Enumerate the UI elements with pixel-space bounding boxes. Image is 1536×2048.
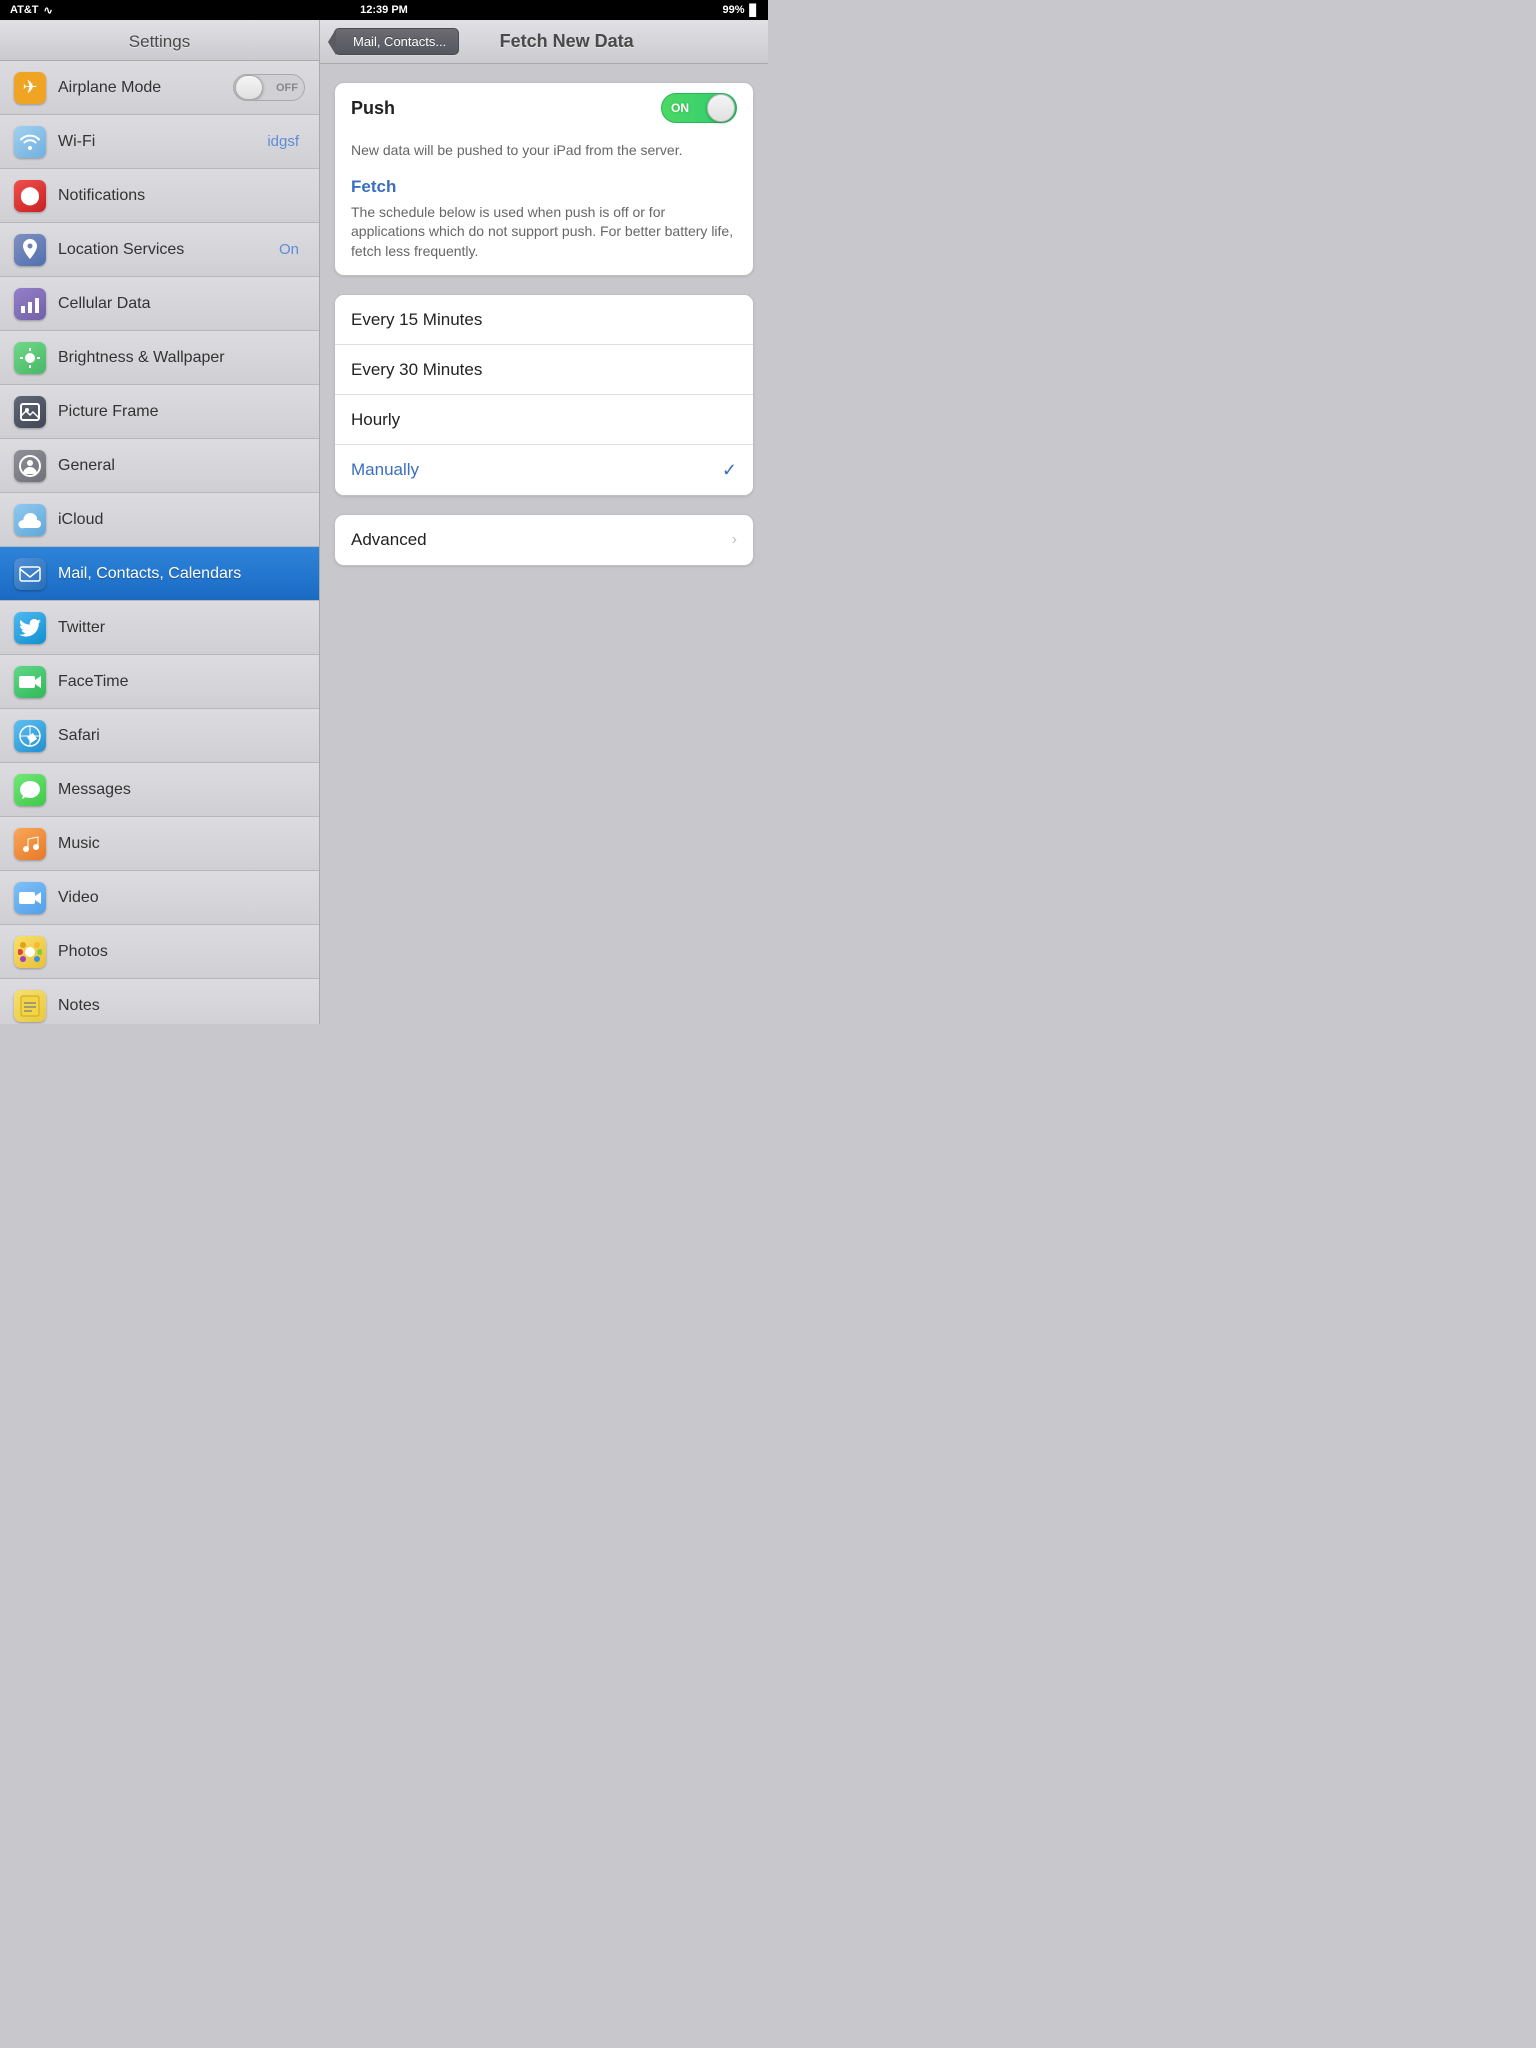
sidebar-item-notes[interactable]: Notes — [0, 979, 319, 1024]
advanced-row[interactable]: Advanced › — [335, 515, 753, 565]
status-right: 99% ▊ — [723, 4, 759, 17]
sidebar-item-wifi[interactable]: Wi-Fi idgsf — [0, 115, 319, 169]
sidebar-item-location-services[interactable]: Location Services On — [0, 223, 319, 277]
airplane-mode-toggle[interactable]: OFF — [233, 74, 305, 101]
video-icon — [14, 882, 46, 914]
brightness-icon — [14, 342, 46, 374]
sidebar-item-facetime[interactable]: FaceTime — [0, 655, 319, 709]
nav-bar: Mail, Contacts... Fetch New Data — [320, 20, 768, 64]
sidebar-item-airplane-mode[interactable]: ✈ Airplane Mode OFF — [0, 61, 319, 115]
sidebar-item-cellular-data[interactable]: Cellular Data — [0, 277, 319, 331]
status-left: AT&T ∿ — [10, 4, 53, 17]
toggle-knob — [235, 75, 263, 100]
advanced-card: Advanced › — [334, 514, 754, 566]
music-icon — [14, 828, 46, 860]
cellular-label: Cellular Data — [58, 295, 305, 313]
sidebar-item-photos[interactable]: Photos — [0, 925, 319, 979]
fetch-option-every-30[interactable]: Every 30 Minutes — [335, 345, 753, 395]
facetime-icon — [14, 666, 46, 698]
push-toggle[interactable]: ON — [661, 93, 737, 123]
carrier-label: AT&T — [10, 4, 39, 16]
location-value: On — [279, 241, 299, 258]
right-panel: Mail, Contacts... Fetch New Data Push ON… — [320, 20, 768, 1024]
sidebar-item-messages[interactable]: Messages — [0, 763, 319, 817]
general-label: General — [58, 457, 305, 475]
sidebar-item-general[interactable]: General — [0, 439, 319, 493]
picture-frame-label: Picture Frame — [58, 403, 305, 421]
photos-icon — [14, 936, 46, 968]
facetime-label: FaceTime — [58, 673, 305, 691]
push-label: Push — [351, 98, 661, 119]
app-container: Settings ✈ Airplane Mode OFF Wi-Fi idgsf — [0, 20, 768, 1024]
manually-checkmark: ✓ — [722, 460, 737, 481]
notes-label: Notes — [58, 997, 305, 1015]
picture-frame-icon — [14, 396, 46, 428]
sidebar-title: Settings — [0, 20, 319, 61]
wifi-label: Wi-Fi — [58, 133, 267, 151]
fetch-description: The schedule below is used when push is … — [335, 203, 753, 276]
sidebar-item-notifications[interactable]: ⬤ Notifications — [0, 169, 319, 223]
safari-label: Safari — [58, 727, 305, 745]
notes-icon — [14, 990, 46, 1022]
content-area: Push ON New data will be pushed to your … — [320, 64, 768, 1024]
notifications-icon: ⬤ — [14, 180, 46, 212]
messages-icon — [14, 774, 46, 806]
airplane-mode-label: Airplane Mode — [58, 79, 233, 97]
location-icon — [14, 234, 46, 266]
messages-label: Messages — [58, 781, 305, 799]
fetch-option-every-15-label: Every 15 Minutes — [351, 310, 737, 330]
status-bar: AT&T ∿ 12:39 PM 99% ▊ — [0, 0, 768, 20]
brightness-label: Brightness & Wallpaper — [58, 349, 305, 367]
notifications-label: Notifications — [58, 187, 305, 205]
advanced-label: Advanced — [351, 530, 732, 550]
fetch-option-hourly[interactable]: Hourly — [335, 395, 753, 445]
sidebar: Settings ✈ Airplane Mode OFF Wi-Fi idgsf — [0, 20, 320, 1024]
sidebar-item-picture-frame[interactable]: Picture Frame — [0, 385, 319, 439]
sidebar-item-mail-contacts-calendars[interactable]: Mail, Contacts, Calendars — [0, 547, 319, 601]
video-label: Video — [58, 889, 305, 907]
wifi-value: idgsf — [267, 133, 299, 150]
fetch-option-hourly-label: Hourly — [351, 410, 737, 430]
sidebar-item-video[interactable]: Video — [0, 871, 319, 925]
fetch-option-manually[interactable]: Manually ✓ — [335, 445, 753, 495]
sidebar-item-safari[interactable]: Safari — [0, 709, 319, 763]
push-toggle-label: ON — [671, 101, 689, 115]
push-card: Push ON New data will be pushed to your … — [334, 82, 754, 276]
sidebar-item-music[interactable]: Music — [0, 817, 319, 871]
icloud-label: iCloud — [58, 511, 305, 529]
nav-title: Fetch New Data — [469, 31, 664, 52]
cellular-icon — [14, 288, 46, 320]
battery-icon: ▊ — [750, 4, 758, 17]
twitter-icon — [14, 612, 46, 644]
airplane-icon: ✈ — [14, 72, 46, 104]
icloud-icon — [14, 504, 46, 536]
fetch-option-every-30-label: Every 30 Minutes — [351, 360, 737, 380]
fetch-option-manually-label: Manually — [351, 460, 722, 480]
mail-label: Mail, Contacts, Calendars — [58, 565, 305, 583]
fetch-heading: Fetch — [335, 175, 753, 203]
push-toggle-knob — [707, 94, 735, 122]
music-label: Music — [58, 835, 305, 853]
advanced-chevron-icon: › — [732, 531, 737, 549]
location-label: Location Services — [58, 241, 279, 259]
general-icon — [14, 450, 46, 482]
status-time: 12:39 PM — [360, 4, 408, 16]
push-description: New data will be pushed to your iPad fro… — [335, 133, 753, 175]
mail-icon — [14, 558, 46, 590]
toggle-off-label: OFF — [276, 82, 298, 94]
safari-icon — [14, 720, 46, 752]
sidebar-item-brightness[interactable]: Brightness & Wallpaper — [0, 331, 319, 385]
photos-label: Photos — [58, 943, 305, 961]
push-row: Push ON — [335, 83, 753, 133]
battery-percent: 99% — [723, 4, 745, 16]
fetch-option-every-15[interactable]: Every 15 Minutes — [335, 295, 753, 345]
nav-back-button[interactable]: Mail, Contacts... — [334, 28, 459, 55]
twitter-label: Twitter — [58, 619, 305, 637]
sidebar-item-twitter[interactable]: Twitter — [0, 601, 319, 655]
sidebar-item-icloud[interactable]: iCloud — [0, 493, 319, 547]
wifi-icon: ∿ — [44, 4, 53, 17]
wifi-icon — [14, 126, 46, 158]
fetch-options-card: Every 15 Minutes Every 30 Minutes Hourly… — [334, 294, 754, 496]
